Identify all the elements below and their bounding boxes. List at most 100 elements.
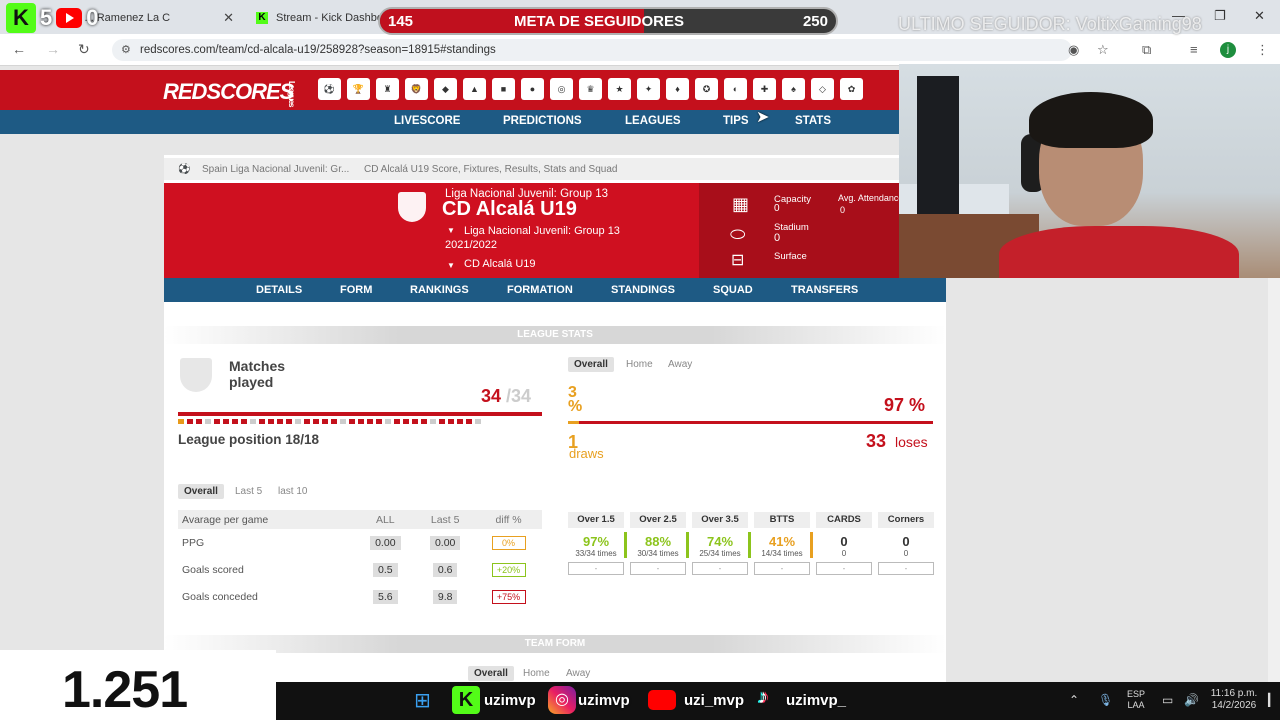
breadcrumb-team[interactable]: CD Alcalá U19 Score, Fixtures, Results, … <box>364 164 617 175</box>
notification-icon[interactable]: ▎ <box>1268 693 1277 707</box>
matches-total-value: /34 <box>506 386 532 406</box>
site-info-icon[interactable]: ⚙ <box>121 39 131 61</box>
nav-tips[interactable]: TIPS <box>723 115 749 127</box>
close-window-icon[interactable]: ✕ <box>1254 8 1265 24</box>
tab-rankings[interactable]: RANKINGS <box>410 284 469 296</box>
breadcrumb-league[interactable]: Spain Liga Nacional Juvenil: Gr... <box>202 164 349 175</box>
tiktok-icon: ♪ <box>758 686 768 708</box>
tab-transfers[interactable]: TRANSFERS <box>791 284 858 296</box>
over-stat-times: 14/34 times <box>761 549 803 558</box>
league-icon[interactable]: ◇ <box>811 78 834 100</box>
avg-filter-last5[interactable]: Last 5 <box>229 484 268 499</box>
league-icon[interactable]: 🦁 <box>405 78 428 100</box>
page-scrollbar[interactable] <box>1268 278 1280 682</box>
windows-start-icon[interactable]: ⊞ <box>414 688 431 713</box>
league-icon[interactable]: ♜ <box>376 78 399 100</box>
filter-home[interactable]: Home <box>620 357 659 372</box>
form-filter-overall[interactable]: Overall <box>468 666 514 681</box>
over-stat-pct: 74% <box>706 534 734 549</box>
match-result-segment <box>250 419 256 424</box>
league-icon[interactable]: ★ <box>608 78 631 100</box>
nav-leagues[interactable]: LEAGUES <box>625 115 681 127</box>
over-stat-column: CARDS 0 0 - <box>816 512 872 575</box>
averages-table: Avarage per game ALL Last 5 diff % PPG 0… <box>178 510 542 610</box>
match-result-segment <box>331 419 337 424</box>
over-stat-label: CARDS <box>816 512 872 528</box>
language-indicator[interactable]: ESP LAA <box>1127 689 1145 711</box>
tracking-off-icon[interactable]: ◉ <box>1068 42 1079 58</box>
avg-filter-overall[interactable]: Overall <box>178 484 224 499</box>
bookmark-star-icon[interactable]: ☆ <box>1097 42 1109 58</box>
url-input[interactable]: ⚙ redscores.com/team/cd-alcala-u19/25892… <box>112 39 1072 61</box>
clock[interactable]: 11:16 p.m. 14/2/2026 <box>1208 688 1260 712</box>
win-percentage: 3 % <box>568 384 583 415</box>
tab-title: Stream - Kick Dashbo <box>276 12 383 24</box>
filter-overall[interactable]: Overall <box>568 357 614 372</box>
league-icon[interactable]: ✿ <box>840 78 863 100</box>
league-icon[interactable]: ◆ <box>434 78 457 100</box>
youtube-handle: uzi_mvp <box>684 692 745 709</box>
league-icon[interactable]: ♦ <box>666 78 689 100</box>
over-stat-times: 33/34 times <box>575 549 617 558</box>
reload-icon[interactable]: ↻ <box>78 41 90 58</box>
forward-icon[interactable]: → <box>46 41 60 57</box>
kick-logo-icon: K <box>6 3 36 33</box>
league-icon[interactable]: ♠ <box>782 78 805 100</box>
tab-details[interactable]: DETAILS <box>256 284 302 296</box>
breadcrumb: ⚽ Spain Liga Nacional Juvenil: Gr... CD … <box>164 158 900 180</box>
last-follower-text: ULTIMO SEGUIDOR: VoltixGaming98 <box>898 14 1202 34</box>
over-stat-label: Over 3.5 <box>692 512 748 528</box>
league-icon[interactable]: ✪ <box>695 78 718 100</box>
tab-standings[interactable]: STANDINGS <box>611 284 675 296</box>
menu-icon[interactable]: ⋮ <box>1256 42 1269 58</box>
match-result-segment <box>475 419 481 424</box>
match-result-segment <box>439 419 445 424</box>
league-icon[interactable]: ◐ <box>724 78 747 100</box>
nav-stats[interactable]: STATS <box>795 115 831 127</box>
form-filter-away[interactable]: Away <box>560 666 596 681</box>
redscores-logo[interactable]: REDSCORES Leagues <box>163 79 296 106</box>
league-icon[interactable]: ◎ <box>550 78 573 100</box>
media-control-icon[interactable]: ≡ <box>1190 42 1198 57</box>
form-filter-home[interactable]: Home <box>517 666 556 681</box>
profile-avatar[interactable]: j <box>1220 42 1236 58</box>
match-result-segment <box>214 419 220 424</box>
microphone-icon[interactable]: 🎙 <box>1098 693 1113 707</box>
extensions-icon[interactable]: ⧉ <box>1142 42 1151 58</box>
match-result-segment <box>358 419 364 424</box>
avg-filter-last10[interactable]: last 10 <box>272 484 313 499</box>
monitor-icon[interactable]: ▭ <box>1162 693 1173 707</box>
match-result-segment <box>295 419 301 424</box>
table-header-row: Avarage per game ALL Last 5 diff % <box>178 510 542 529</box>
match-result-segment <box>421 419 427 424</box>
tab-form[interactable]: FORM <box>340 284 372 296</box>
season-label[interactable]: 2021/2022 <box>445 239 497 251</box>
competition-select[interactable]: Liga Nacional Juvenil: Group 13 <box>464 225 620 237</box>
league-icon[interactable]: ■ <box>492 78 515 100</box>
nav-predictions[interactable]: PREDICTIONS <box>503 115 582 127</box>
tab-squad[interactable]: SQUAD <box>713 284 753 296</box>
league-icon[interactable]: ▲ <box>463 78 486 100</box>
maximize-icon[interactable]: ❐ <box>1214 8 1226 24</box>
over-stat-box: - <box>630 562 686 575</box>
nav-livescore[interactable]: LIVESCORE <box>394 115 460 127</box>
close-tab-icon[interactable]: ✕ <box>223 10 234 26</box>
match-result-segment <box>340 419 346 424</box>
tiktok-handle: uzimvp_ <box>786 692 847 709</box>
tab-formation[interactable]: FORMATION <box>507 284 573 296</box>
league-icon[interactable]: ✦ <box>637 78 660 100</box>
league-icon[interactable]: 🏆 <box>347 78 370 100</box>
back-icon[interactable]: ← <box>12 41 26 57</box>
over-stat-column: Over 3.5 74% 25/34 times - <box>692 512 751 575</box>
over-stat-pct: 97% <box>582 534 610 549</box>
chevron-up-icon[interactable]: ⌃ <box>1069 693 1079 707</box>
league-icon[interactable]: ♛ <box>579 78 602 100</box>
instagram-icon: ◎ <box>548 686 576 714</box>
browser-tab-kick[interactable]: K Stream - Kick Dashbo <box>248 4 388 32</box>
volume-icon[interactable]: 🔊 <box>1184 693 1199 707</box>
filter-away[interactable]: Away <box>662 357 698 372</box>
league-icon[interactable]: ● <box>521 78 544 100</box>
league-icon[interactable]: ⚽ <box>318 78 341 100</box>
league-icon[interactable]: ✚ <box>753 78 776 100</box>
team-select[interactable]: CD Alcalá U19 <box>464 258 536 270</box>
